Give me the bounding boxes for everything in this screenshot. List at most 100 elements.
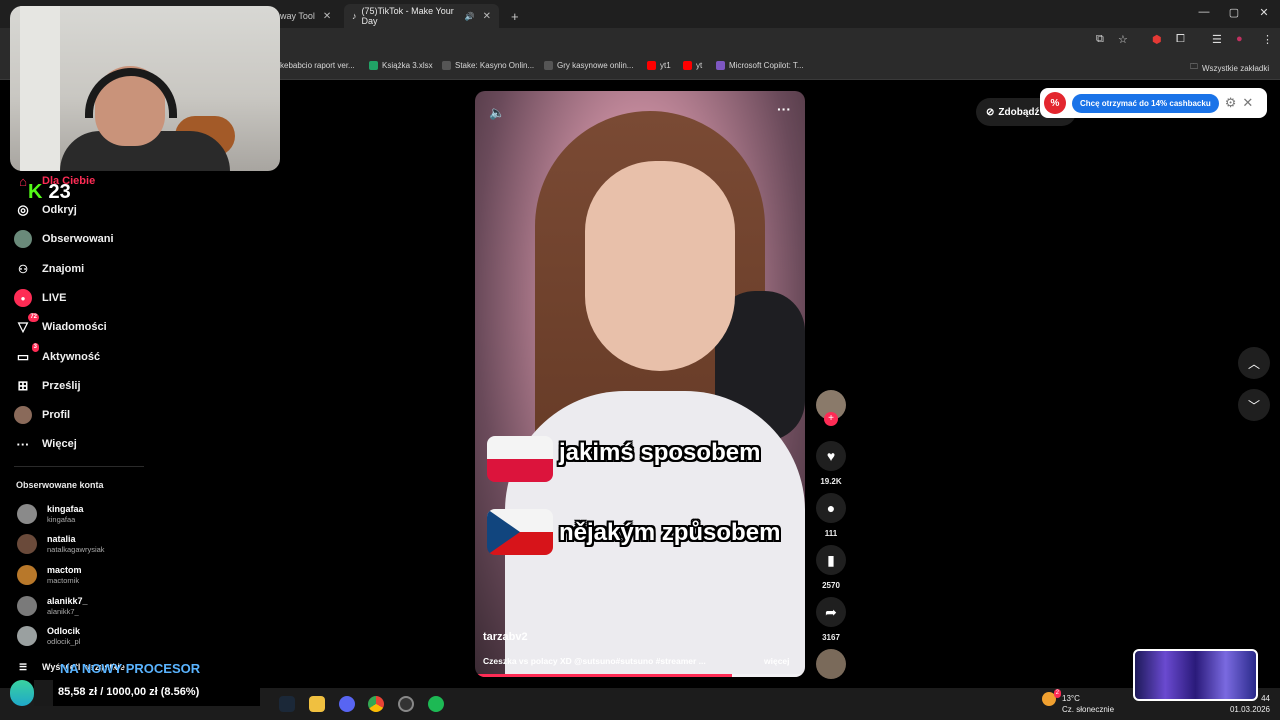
- sidebar-item-friends[interactable]: ⚇ Znajomi: [14, 258, 84, 280]
- copilot-icon: [716, 61, 725, 70]
- next-video-button[interactable]: ﹀: [1238, 389, 1270, 421]
- new-tab-button[interactable]: +: [503, 4, 523, 28]
- more-link[interactable]: więcej: [764, 656, 790, 666]
- sidebar-item-following[interactable]: Obserwowani: [14, 228, 114, 250]
- sidebar-item-profile[interactable]: Profil: [14, 404, 70, 426]
- weather-widget[interactable]: 13°C Cz. słonecznie: [1062, 693, 1114, 715]
- youtube-icon: [647, 61, 656, 70]
- profile-icon: [14, 406, 32, 424]
- follow-plus-icon[interactable]: +: [824, 412, 838, 426]
- close-window-icon[interactable]: ✕: [1256, 6, 1272, 19]
- close-tab-icon[interactable]: ✕: [323, 11, 331, 22]
- share-button[interactable]: ➦ 3167: [815, 597, 847, 642]
- like-count: 19.2K: [820, 477, 842, 486]
- reading-list-icon[interactable]: ☰: [1212, 33, 1222, 46]
- all-bookmarks-button[interactable]: 🗀 Wszystkie zakładki: [1190, 61, 1269, 75]
- messages-badge: 72: [28, 313, 39, 322]
- chevron-up-icon: ︿: [1247, 356, 1260, 371]
- followed-account[interactable]: mactom mactomik: [17, 562, 82, 588]
- followed-account[interactable]: Odlocik odlocik_pl: [17, 623, 80, 649]
- sidebar-item-upload[interactable]: ⊞ Prześlij: [14, 375, 81, 397]
- previous-video-button[interactable]: ︿: [1238, 347, 1270, 379]
- audio-playing-icon[interactable]: 🔊: [465, 12, 475, 21]
- divider: [14, 466, 144, 467]
- live-icon: ●: [14, 289, 32, 307]
- cashback-button[interactable]: Chcę otrzymać do 14% cashbacku: [1072, 93, 1219, 113]
- youtube-icon: [683, 61, 692, 70]
- weather-icon[interactable]: 2: [1042, 689, 1061, 706]
- goal-icon: [10, 680, 34, 706]
- sidebar-item-live[interactable]: ● LIVE: [14, 287, 66, 309]
- excel-icon: [369, 61, 378, 70]
- video-progress-fill: [475, 674, 733, 677]
- file-explorer-icon[interactable]: [309, 696, 325, 712]
- video-preview-thumbnail[interactable]: [1133, 649, 1258, 701]
- minimize-icon[interactable]: —: [1196, 6, 1212, 18]
- sidebar-item-messages[interactable]: ▽ 72 Wiadomości: [14, 313, 107, 338]
- video-progress-bar[interactable]: [475, 674, 805, 677]
- video-player[interactable]: 🔈 ··· jakimś sposobem nějakým způsobem t…: [475, 91, 805, 677]
- comment-button[interactable]: ● 111: [815, 493, 847, 538]
- chrome-icon[interactable]: [368, 696, 384, 712]
- like-button[interactable]: ♥ 19.2K: [815, 441, 847, 486]
- notification-badge: 2: [1053, 689, 1061, 698]
- bookmark-item[interactable]: Stake: Kasyno Onlin...: [442, 61, 534, 70]
- steam-icon[interactable]: [279, 696, 295, 712]
- music-disc-button[interactable]: [815, 649, 847, 679]
- profile-avatar-icon[interactable]: ●: [1236, 33, 1243, 45]
- close-icon[interactable]: ✕: [1242, 95, 1253, 111]
- volume-icon[interactable]: 🔈: [489, 105, 505, 121]
- maximize-icon[interactable]: ▢: [1226, 6, 1242, 19]
- extension-red-icon[interactable]: ⬢: [1152, 33, 1162, 46]
- video-description: Czeszka vs polacy XD @sutsuno#sutsuno #s…: [483, 656, 706, 666]
- creator-avatar-button[interactable]: +: [815, 390, 847, 426]
- video-author[interactable]: tarzabv2: [483, 631, 528, 643]
- extensions-icon[interactable]: ⧠: [1176, 33, 1185, 46]
- chevron-down-icon: ﹀: [1247, 398, 1260, 413]
- stream-goal-overlay: NA NOWY PROCESOR 85,58 zł / 1000,00 zł (…: [10, 660, 260, 710]
- bookmark-item[interactable]: yt1: [647, 61, 671, 70]
- more-options-icon[interactable]: ···: [777, 101, 791, 117]
- sidebar-item-activity[interactable]: ▭ 3 Aktywność: [14, 343, 100, 368]
- avatar: [17, 596, 37, 616]
- avatar: [17, 534, 37, 554]
- spotify-icon[interactable]: [428, 696, 444, 712]
- messages-icon: ▽ 72: [18, 313, 39, 334]
- kick-logo-icon: K: [28, 181, 43, 203]
- following-avatar-icon: [14, 230, 32, 248]
- avatar: [17, 565, 37, 585]
- save-count: 2570: [822, 581, 840, 590]
- settings-gear-icon[interactable]: ⚙: [1225, 95, 1237, 111]
- bookmark-star-icon[interactable]: ☆: [1118, 33, 1128, 46]
- close-tab-icon[interactable]: ✕: [483, 11, 491, 22]
- sidebar-item-more[interactable]: ··· Więcej: [14, 433, 77, 455]
- tab-title: (75)TikTok - Make Your Day: [361, 6, 454, 26]
- followed-account[interactable]: kingafaa kingafaa: [17, 501, 84, 527]
- followed-account[interactable]: natalia natalkagawrysiak: [17, 531, 105, 557]
- activity-icon: ▭ 3: [16, 343, 39, 364]
- comment-icon: ●: [816, 493, 846, 523]
- goal-title: NA NOWY PROCESOR: [60, 661, 201, 676]
- more-icon: ···: [16, 436, 30, 452]
- bookmark-item[interactable]: Gry kasynowe onlin...: [544, 61, 633, 70]
- bookmark-item[interactable]: Microsoft Copilot: T...: [716, 61, 804, 70]
- bookmark-item[interactable]: kebabcio raport ver...: [280, 61, 355, 70]
- bookmark-item[interactable]: yt: [683, 61, 702, 70]
- activity-badge: 3: [31, 343, 39, 352]
- followed-account[interactable]: alanikk7_ alanikk7_: [17, 593, 88, 619]
- save-button[interactable]: ▮ 2570: [815, 545, 847, 590]
- stake-icon: [442, 61, 451, 70]
- cashback-extension-popup: % Chcę otrzymać do 14% cashbacku ⚙ ✕: [1040, 88, 1267, 118]
- avatar: [17, 626, 37, 646]
- heart-icon: ♥: [816, 441, 846, 471]
- tiktok-favicon-icon: ♪: [352, 11, 357, 21]
- stake-icon: [544, 61, 553, 70]
- bookmark-item[interactable]: Książka 3.xlsx: [369, 61, 433, 70]
- browser-tab-active[interactable]: ♪ (75)TikTok - Make Your Day 🔊 ✕: [344, 4, 499, 28]
- install-app-icon[interactable]: ⧉: [1096, 33, 1104, 46]
- browser-menu-icon[interactable]: ⋮: [1262, 33, 1273, 46]
- caption-polish: jakimś sposobem: [559, 439, 761, 466]
- discord-icon[interactable]: [339, 696, 355, 712]
- share-count: 3167: [822, 633, 840, 642]
- obs-icon[interactable]: [398, 696, 414, 712]
